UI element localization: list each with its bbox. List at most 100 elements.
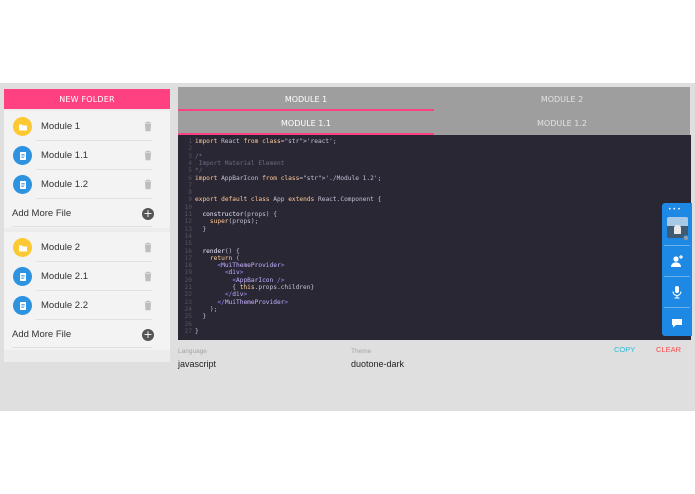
code-line: 19 <div> — [178, 269, 678, 276]
tab-module-2[interactable]: MODULE 2 — [434, 87, 690, 111]
file-icon — [13, 296, 32, 315]
code-line: 26 — [178, 321, 678, 328]
file-icon — [13, 175, 32, 194]
code-text: <AppBarIcon /> — [232, 276, 285, 284]
line-number: 16 — [184, 247, 192, 255]
code-line: 7 — [178, 182, 678, 189]
code-line: 18 <MuiThemeProvider> — [178, 262, 678, 269]
code-text: export default class App extends React.C… — [195, 196, 382, 204]
theme-label: Theme — [351, 348, 372, 355]
code-line: 15 — [178, 240, 678, 247]
add-person-icon[interactable] — [669, 253, 685, 269]
file-label: Module 2.2 — [41, 300, 89, 311]
add-more-file-button[interactable]: Add More File + — [4, 204, 164, 227]
line-number: 9 — [188, 196, 192, 204]
code-line: 4 Import Material Element — [178, 160, 678, 167]
sidebar: NEW FOLDER Module 1 Module 1.1 Module 1.… — [4, 89, 170, 362]
file-item-module-1-2[interactable]: Module 1.2 — [4, 170, 164, 199]
line-number: 14 — [184, 232, 192, 240]
copy-button[interactable]: COPY — [614, 345, 635, 354]
line-number: 27 — [184, 327, 192, 335]
trash-icon[interactable] — [143, 121, 153, 132]
divider — [664, 276, 690, 277]
line-number: 7 — [188, 181, 192, 189]
line-number: 13 — [184, 225, 192, 233]
file-icon — [13, 267, 32, 286]
code-line: 6 import AppBarIcon from class="str">'./M… — [178, 175, 678, 182]
code-text: } — [195, 327, 199, 335]
divider — [36, 319, 152, 320]
trash-icon[interactable] — [143, 179, 153, 190]
line-number: 26 — [184, 320, 192, 328]
folder-item-module-1[interactable]: Module 1 — [4, 112, 164, 141]
tab-module-1-2[interactable]: MODULE 1.2 — [434, 111, 690, 135]
code-text: <div> — [224, 269, 244, 277]
code-line: 24 ); — [178, 306, 678, 313]
status-dot — [683, 235, 689, 241]
new-folder-button[interactable]: NEW FOLDER — [4, 89, 170, 109]
code-line: 23 </MuiThemeProvider> — [178, 299, 678, 306]
line-number: 19 — [184, 269, 192, 277]
line-number: 10 — [184, 203, 192, 211]
add-circle-icon[interactable]: + — [142, 208, 154, 220]
line-number: 1 — [188, 138, 192, 145]
folder-icon — [13, 117, 32, 136]
line-number: 6 — [188, 174, 192, 182]
code-text: */ — [195, 167, 203, 175]
more-dots-icon[interactable]: ••• — [668, 206, 682, 213]
module-tabs: MODULE 1 MODULE 2 MODULE 1.1 MODULE 1.2 — [178, 87, 690, 135]
file-item-module-1-1[interactable]: Module 1.1 — [4, 141, 164, 170]
file-icon — [13, 146, 32, 165]
folder-block-module-1: Module 1 Module 1.1 Module 1.2 Add More … — [4, 111, 170, 228]
code-line: 21 { this.props.children} — [178, 284, 678, 291]
code-text: { this.props.children} — [195, 284, 315, 291]
tab-module-1-1[interactable]: MODULE 1.1 — [178, 111, 434, 135]
trash-icon[interactable] — [143, 150, 153, 161]
file-label: Module 1.1 — [41, 150, 89, 161]
folder-icon — [13, 238, 32, 257]
trash-icon[interactable] — [143, 242, 153, 253]
tab-label: MODULE 1.2 — [537, 118, 587, 128]
theme-select[interactable]: duotone-dark — [351, 359, 404, 369]
tab-module-1[interactable]: MODULE 1 — [178, 87, 434, 111]
folder-item-module-2[interactable]: Module 2 — [4, 233, 164, 262]
add-circle-icon[interactable]: + — [142, 329, 154, 341]
divider — [12, 226, 152, 227]
code-line: 5 */ — [178, 167, 678, 174]
code-line: 27} — [178, 328, 678, 335]
divider — [12, 347, 152, 348]
trash-icon[interactable] — [143, 300, 153, 311]
code-line: 16 render() { — [178, 248, 678, 255]
tab-label: MODULE 2 — [540, 94, 584, 104]
divider — [664, 245, 690, 246]
file-item-module-2-1[interactable]: Module 2.1 — [4, 262, 164, 291]
code-line: 11 constructor(props) { — [178, 211, 678, 218]
line-number: 18 — [184, 262, 192, 270]
folder-block-module-2: Module 2 Module 2.1 Module 2.2 Add More … — [4, 232, 170, 350]
code-text: constructor(props) { — [202, 211, 277, 218]
line-number: 3 — [188, 152, 192, 160]
folder-label: Module 1 — [41, 121, 81, 132]
add-more-file-button[interactable]: Add More File + — [4, 325, 164, 348]
folder-label: Module 2 — [41, 242, 81, 253]
language-select[interactable]: javascript — [178, 359, 216, 369]
code-text: </div> — [224, 291, 248, 299]
microphone-icon[interactable] — [669, 284, 685, 300]
line-number: 21 — [184, 284, 192, 291]
file-item-module-2-2[interactable]: Module 2.2 — [4, 291, 164, 320]
code-text: ); — [195, 305, 218, 313]
code-text: } — [195, 225, 207, 233]
chat-icon[interactable] — [669, 315, 685, 331]
tab-label: MODULE 1 — [284, 94, 328, 104]
line-number: 8 — [188, 189, 192, 197]
code-line: 8 — [178, 189, 678, 196]
add-more-file-label: Add More File — [12, 208, 72, 219]
clear-button[interactable]: CLEAR — [656, 345, 681, 354]
code-text: } — [195, 313, 207, 321]
line-number: 12 — [184, 218, 192, 226]
trash-icon[interactable] — [143, 271, 153, 282]
code-line: 22 </div> — [178, 291, 678, 298]
line-number: 5 — [188, 167, 192, 175]
code-editor[interactable]: 1 import React from class="str">'react'; 2… — [178, 135, 691, 340]
code-line: 2 — [178, 145, 678, 152]
